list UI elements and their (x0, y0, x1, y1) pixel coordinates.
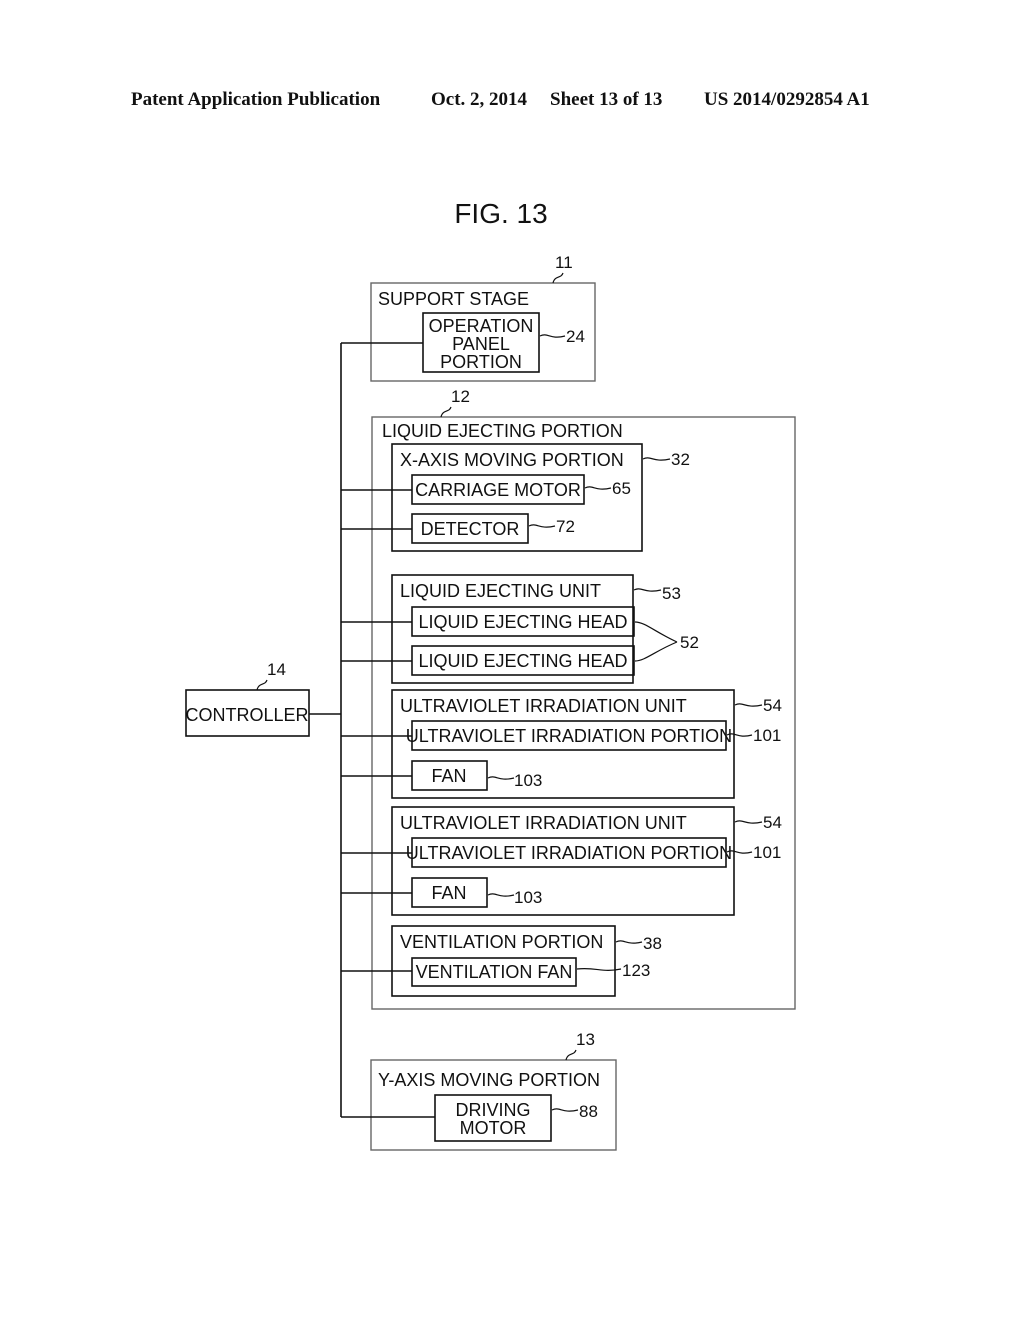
driving-motor-ref: 88 (579, 1102, 598, 1121)
controller-block: CONTROLLER 14 (185, 660, 310, 737)
controller-ref: 14 (267, 660, 286, 679)
operation-panel-block: OPERATION PANEL PORTION 24 (422, 312, 585, 373)
carriage-motor-ref: 65 (612, 479, 631, 498)
liquid-ejecting-unit-ref: 53 (662, 584, 681, 603)
controller-label: CONTROLLER (185, 705, 308, 725)
liquid-ejecting-portion-ref: 12 (451, 387, 470, 406)
liquid-ejecting-portion-leader (440, 406, 452, 418)
fan-1-block: FAN 103 (411, 760, 542, 791)
uv-portion-1-block: ULTRAVIOLET IRRADIATION PORTION 101 (406, 720, 781, 751)
operation-panel-label-line-3: PORTION (440, 352, 522, 372)
x-axis-moving-leader (642, 457, 671, 461)
x-axis-moving-ref: 32 (671, 450, 690, 469)
support-stage-leader (552, 272, 564, 284)
uv-unit-2-leader (734, 820, 763, 824)
fan-2-block: FAN 103 (411, 877, 542, 908)
block-diagram: SUPPORT STAGE 11 OPERATION PANEL PORTION… (185, 253, 796, 1151)
operation-panel-label-line-1: OPERATION (429, 316, 534, 336)
driving-motor-label-line-2: MOTOR (460, 1118, 527, 1138)
liquid-ejecting-unit-leader (633, 588, 662, 592)
detector-label: DETECTOR (421, 519, 520, 539)
driving-motor-block: DRIVING MOTOR 88 (434, 1094, 598, 1142)
heads-leader (634, 621, 678, 662)
uv-unit-2-label: ULTRAVIOLET IRRADIATION UNIT (400, 813, 687, 833)
uv-unit-2-ref: 54 (763, 813, 782, 832)
liquid-ejecting-portion-label: LIQUID EJECTING PORTION (382, 421, 623, 441)
liquid-ejecting-head-2-label: LIQUID EJECTING HEAD (418, 651, 627, 671)
uv-unit-1-leader (734, 703, 763, 707)
uv-portion-1-ref: 101 (753, 726, 781, 745)
uv-portion-1-label: ULTRAVIOLET IRRADIATION PORTION (406, 726, 732, 746)
detector-leader (528, 524, 556, 528)
controller-leader (256, 679, 268, 691)
operation-panel-ref: 24 (566, 327, 585, 346)
carriage-motor-leader (584, 486, 612, 490)
ventilation-portion-ref: 38 (643, 934, 662, 953)
detector-block: DETECTOR 72 (411, 513, 575, 544)
ventilation-portion-leader (615, 940, 643, 944)
x-axis-moving-label: X-AXIS MOVING PORTION (400, 450, 624, 470)
y-axis-moving-leader (565, 1049, 577, 1061)
support-stage-label: SUPPORT STAGE (378, 289, 529, 309)
operation-panel-leader (539, 334, 566, 338)
liquid-ejecting-unit-label: LIQUID EJECTING UNIT (400, 581, 601, 601)
uv-portion-2-label: ULTRAVIOLET IRRADIATION PORTION (406, 843, 732, 863)
y-axis-moving-ref: 13 (576, 1030, 595, 1049)
ventilation-fan-ref: 123 (622, 961, 650, 980)
fan-2-label: FAN (431, 883, 466, 903)
ventilation-portion-label: VENTILATION PORTION (400, 932, 603, 952)
fan-2-leader (487, 893, 515, 897)
uv-unit-1-label: ULTRAVIOLET IRRADIATION UNIT (400, 696, 687, 716)
carriage-motor-block: CARRIAGE MOTOR 65 (411, 474, 631, 505)
driving-motor-label-line-1: DRIVING (455, 1100, 530, 1120)
driving-motor-leader (551, 1108, 579, 1112)
operation-panel-label-line-2: PANEL (452, 334, 510, 354)
carriage-motor-label: CARRIAGE MOTOR (415, 480, 581, 500)
y-axis-moving-label: Y-AXIS MOVING PORTION (378, 1070, 600, 1090)
uv-portion-2-ref: 101 (753, 843, 781, 862)
uv-unit-1-ref: 54 (763, 696, 782, 715)
ventilation-fan-label: VENTILATION FAN (416, 962, 573, 982)
liquid-ejecting-head-1-label: LIQUID EJECTING HEAD (418, 612, 627, 632)
support-stage-ref: 11 (555, 253, 573, 272)
heads-ref: 52 (680, 633, 699, 652)
liquid-ejecting-head-2-block: LIQUID EJECTING HEAD (411, 645, 635, 676)
detector-ref: 72 (556, 517, 575, 536)
liquid-ejecting-head-1-block: LIQUID EJECTING HEAD (411, 606, 635, 637)
uv-portion-2-block: ULTRAVIOLET IRRADIATION PORTION 101 (406, 837, 781, 868)
fan-2-ref: 103 (514, 888, 542, 907)
fan-1-leader (487, 776, 515, 780)
fan-1-ref: 103 (514, 771, 542, 790)
fan-1-label: FAN (431, 766, 466, 786)
